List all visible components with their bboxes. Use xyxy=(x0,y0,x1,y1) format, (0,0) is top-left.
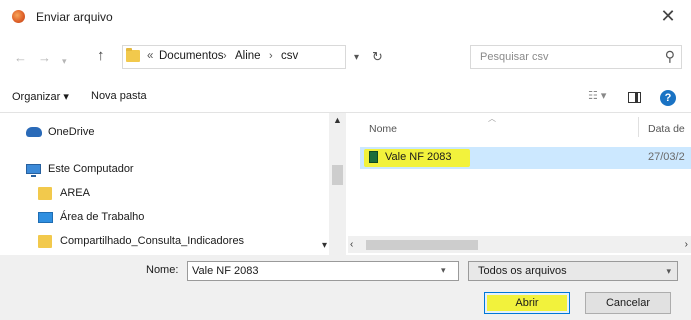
scroll-left-icon[interactable]: ‹ xyxy=(350,239,353,250)
column-separator[interactable] xyxy=(638,117,639,137)
open-button[interactable]: Abrir xyxy=(484,292,570,314)
view-options-icon[interactable]: ☷ ▾ xyxy=(588,89,606,102)
sidebar-item-area[interactable]: AREA xyxy=(0,183,330,205)
sidebar-item-label: OneDrive xyxy=(48,126,95,138)
file-name: Vale NF 2083 xyxy=(385,151,452,163)
desktop-icon xyxy=(38,212,53,223)
column-header-name[interactable]: Nome xyxy=(369,123,397,135)
breadcrumb-overflow[interactable]: « xyxy=(147,50,153,62)
firefox-icon xyxy=(12,10,25,23)
search-placeholder[interactable]: Pesquisar csv xyxy=(480,51,548,63)
file-name-dropdown-icon[interactable]: ▾ xyxy=(441,265,446,276)
forward-icon[interactable]: → xyxy=(38,50,51,66)
help-icon[interactable]: ? xyxy=(660,90,676,106)
navigation-pane-scrollbar[interactable]: ▲ xyxy=(329,113,346,255)
refresh-icon[interactable]: ↻ xyxy=(372,49,383,65)
sort-caret-icon: ︿ xyxy=(488,114,496,123)
search-icon[interactable]: ⚲ xyxy=(665,48,675,65)
sidebar-item-area-de-trabalho[interactable]: Área de Trabalho xyxy=(0,207,330,229)
recent-locations-chevron-icon[interactable]: ▾ xyxy=(62,53,67,69)
breadcrumb-separator: › xyxy=(269,50,273,62)
search-box[interactable]: Pesquisar csv ⚲ xyxy=(470,45,682,69)
file-name-input[interactable] xyxy=(187,261,459,281)
title-bar: Enviar arquivo ✕ xyxy=(0,0,691,34)
list-item[interactable]: Vale NF 2083 27/03/2 xyxy=(360,147,691,169)
address-dropdown-icon[interactable]: ▾ xyxy=(354,52,359,63)
file-date: 27/03/2 xyxy=(648,151,685,163)
sidebar-item-label: Este Computador xyxy=(48,163,134,175)
sidebar-item-compartilhado[interactable]: Compartilhado_Consulta_Indicadores xyxy=(0,231,330,253)
breadcrumb-csv[interactable]: csv xyxy=(281,50,298,62)
breadcrumb-aline[interactable]: Aline xyxy=(235,50,261,62)
navigation-pane: OneDrive Este Computador AREA Área de Tr… xyxy=(0,113,348,255)
computer-icon xyxy=(26,164,41,177)
organize-button[interactable]: Organizar ▾ xyxy=(12,90,69,103)
file-type-select[interactable]: Todos os arquivos ▾ xyxy=(468,261,678,281)
navigation-bar: ← → ▾ ↑ « Documentos › Aline › csv ▾ ↻ P… xyxy=(0,34,691,86)
cancel-button[interactable]: Cancelar xyxy=(585,292,671,314)
scroll-right-icon[interactable]: › xyxy=(685,239,688,250)
new-folder-button[interactable]: Nova pasta xyxy=(91,90,147,102)
sidebar-item-label: AREA xyxy=(60,187,90,199)
command-toolbar: Organizar ▾ Nova pasta ☷ ▾ ? xyxy=(0,86,691,112)
window-title: Enviar arquivo xyxy=(36,10,113,24)
back-icon[interactable]: ← xyxy=(14,50,27,66)
open-button-label: Abrir xyxy=(515,297,539,309)
file-list: ︿ Nome Data de Vale NF 2083 27/03/2 xyxy=(348,113,691,255)
sidebar-item-este-computador[interactable]: Este Computador xyxy=(0,159,330,181)
file-name-label: Nome: xyxy=(146,264,179,276)
scroll-thumb[interactable] xyxy=(332,165,343,185)
up-arrow-icon[interactable]: ↑ xyxy=(97,47,105,64)
scroll-up-icon[interactable]: ▲ xyxy=(333,115,342,125)
close-icon[interactable]: ✕ xyxy=(657,5,679,27)
address-bar[interactable]: « Documentos › Aline › csv xyxy=(122,45,346,69)
scroll-thumb[interactable] xyxy=(366,240,478,250)
sidebar-item-label: Compartilhado_Consulta_Indicadores xyxy=(60,235,245,247)
scroll-down-icon[interactable]: ▾ xyxy=(322,240,327,251)
sidebar-item-onedrive[interactable]: OneDrive xyxy=(0,122,330,144)
csv-file-icon xyxy=(369,151,378,163)
breadcrumb-documentos[interactable]: Documentos xyxy=(159,50,224,62)
preview-pane-icon[interactable] xyxy=(628,92,641,103)
column-header-date[interactable]: Data de xyxy=(648,123,685,135)
dialog-footer: Nome: ▾ Todos os arquivos ▾ Abrir Cancel… xyxy=(0,255,691,320)
file-list-scrollbar[interactable]: ‹ › xyxy=(348,236,691,253)
file-type-value: Todos os arquivos xyxy=(478,265,567,277)
cloud-icon xyxy=(26,127,42,137)
breadcrumb-separator: › xyxy=(223,50,227,62)
sidebar-item-label: Área de Trabalho xyxy=(60,211,145,223)
folder-icon xyxy=(126,48,140,62)
folder-icon xyxy=(38,235,52,248)
chevron-down-icon: ▾ xyxy=(666,266,671,276)
folder-icon xyxy=(38,187,52,200)
